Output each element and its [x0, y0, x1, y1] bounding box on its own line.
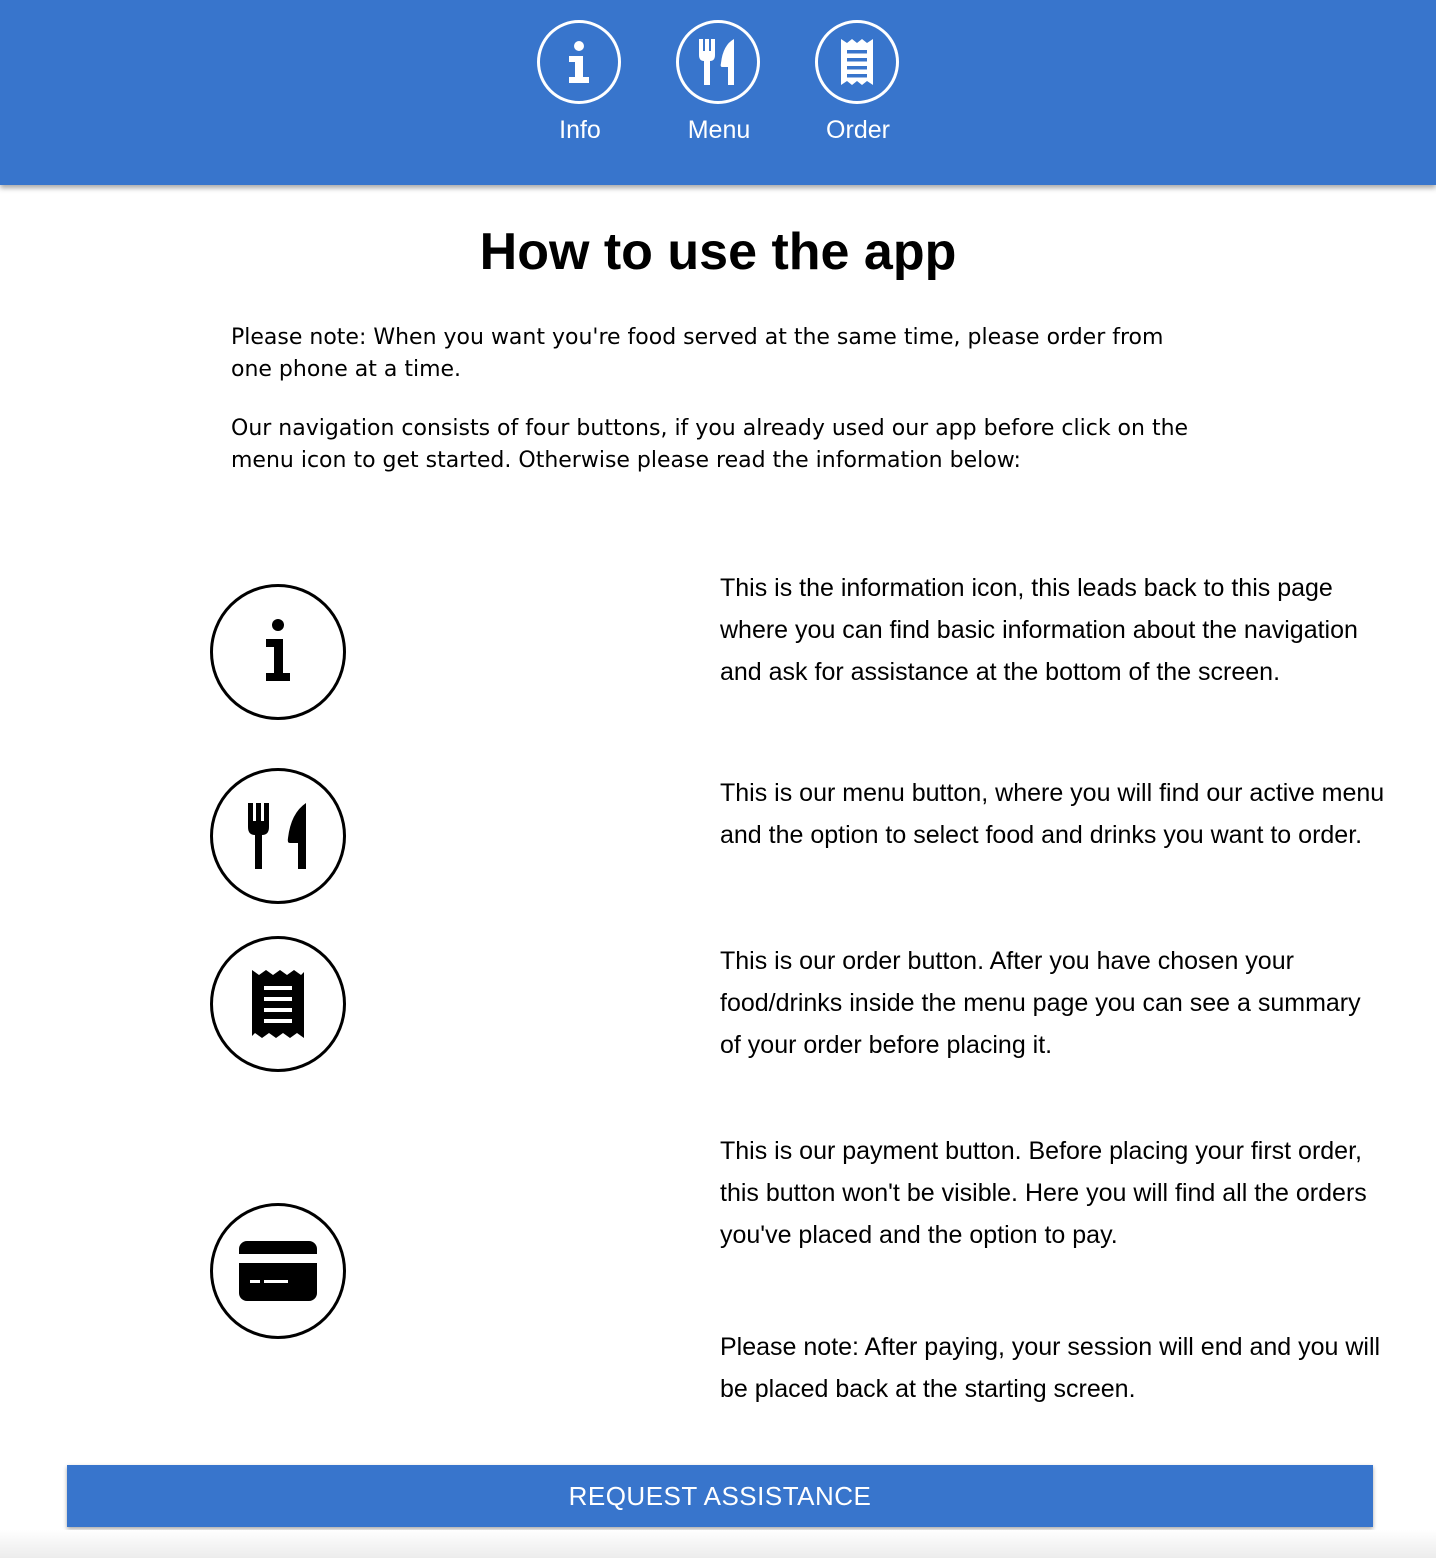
request-assistance-button[interactable]: REQUEST ASSISTANCE — [67, 1465, 1373, 1527]
menu-description: This is our menu button, where you will … — [720, 779, 1385, 849]
nav-info-button[interactable]: Info — [510, 20, 650, 160]
nav-order-label: Order — [826, 116, 890, 144]
info-icon — [210, 584, 346, 720]
page-title: How to use the app — [479, 223, 957, 281]
nav-menu-label: Menu — [687, 116, 751, 144]
nav-info-label: Info — [559, 116, 601, 144]
order-note: Please note: When you want you're food s… — [231, 325, 1164, 382]
nav-menu-button[interactable]: Menu — [649, 20, 789, 160]
bottom-edge — [0, 1530, 1436, 1558]
info-description: This is the information icon, this leads… — [720, 574, 1358, 686]
order-description: This is our order button. After you have… — [720, 947, 1361, 1059]
info-icon — [537, 20, 621, 104]
nav-order-button[interactable]: Order — [788, 20, 928, 160]
intro-text: Our navigation consists of four buttons,… — [231, 416, 1189, 473]
credit-card-icon — [210, 1203, 346, 1339]
payment-description: This is our payment button. Before placi… — [720, 1137, 1367, 1249]
receipt-icon — [210, 936, 346, 1072]
utensils-icon — [676, 20, 760, 104]
utensils-icon — [210, 768, 346, 904]
payment-note: Please note: After paying, your session … — [720, 1333, 1381, 1403]
top-navigation-bar: Info Menu Order — [0, 0, 1436, 185]
receipt-icon — [815, 20, 899, 104]
